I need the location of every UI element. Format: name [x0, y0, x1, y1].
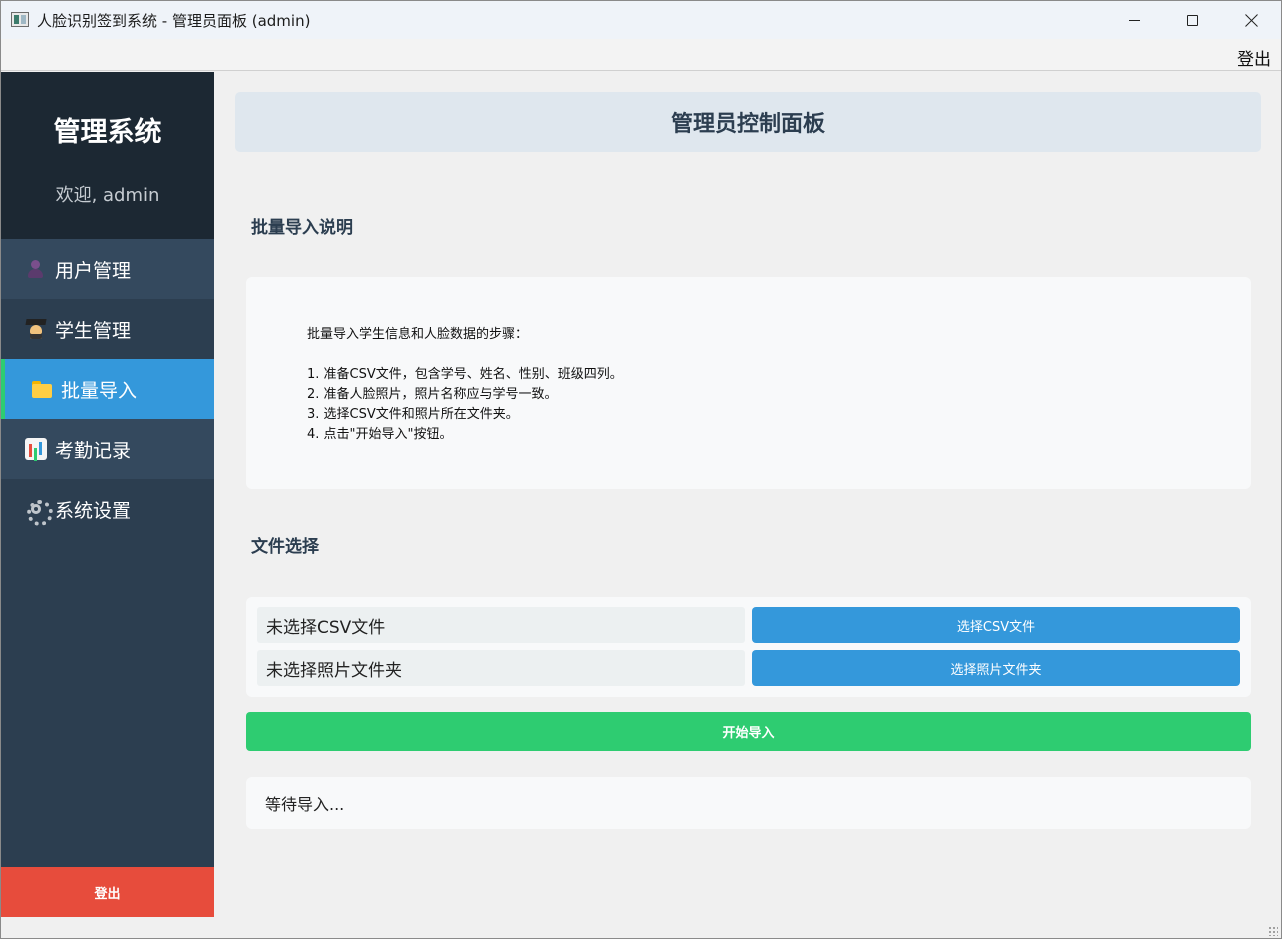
instruction-line — [307, 345, 1251, 365]
status-bar — [1, 917, 1281, 938]
app-window: 人脸识别签到系统 - 管理员面板 (admin) 登出 管理系统 欢迎, adm… — [0, 0, 1282, 939]
page-title: 管理员控制面板 — [670, 112, 825, 137]
instruction-line: 2. 准备人脸照片，照片名称应与学号一致。 — [307, 387, 558, 402]
photo-folder-status: 未选择照片文件夹 — [257, 650, 745, 686]
sidebar-item-attendance-records[interactable]: 考勤记录 — [1, 419, 214, 479]
minimize-icon — [1128, 19, 1140, 21]
select-photo-folder-button[interactable]: 选择照片文件夹 — [752, 650, 1240, 686]
sidebar-item-label: 系统设置 — [55, 499, 132, 522]
sidebar-item-batch-import[interactable]: 批量导入 — [1, 359, 214, 419]
sidebar-item-student-management[interactable]: 学生管理 — [1, 299, 214, 359]
instruction-line: 批量导入学生信息和人脸数据的步骤： — [307, 327, 529, 342]
resize-grip-icon[interactable] — [1268, 926, 1278, 936]
file-selection-card: 未选择CSV文件 选择CSV文件 未选择照片文件夹 选择照片文件夹 — [246, 597, 1251, 697]
header-card: 管理员控制面板 — [235, 92, 1261, 152]
menu-logout[interactable]: 登出 — [1237, 45, 1271, 70]
welcome-text: 欢迎, admin — [55, 185, 160, 206]
instruction-line: 3. 选择CSV文件和照片所在文件夹。 — [307, 407, 519, 422]
sidebar-item-system-settings[interactable]: 系统设置 — [1, 479, 214, 539]
sidebar-item-user-management[interactable]: 用户管理 — [1, 239, 214, 299]
sidebar-title: 管理系统 — [53, 117, 162, 148]
title-bar[interactable]: 人脸识别签到系统 - 管理员面板 (admin) — [1, 1, 1281, 39]
gear-icon — [25, 498, 53, 526]
sidebar-header: 管理系统 欢迎, admin — [1, 72, 214, 239]
close-button[interactable] — [1222, 1, 1280, 39]
sidebar-item-label: 批量导入 — [61, 379, 138, 402]
student-icon — [25, 318, 47, 340]
csv-file-status: 未选择CSV文件 — [257, 607, 745, 643]
chart-icon — [25, 438, 47, 460]
file-selection-heading: 文件选择 — [251, 537, 319, 557]
sidebar-item-label: 考勤记录 — [55, 439, 132, 462]
logout-button[interactable]: 登出 — [1, 867, 214, 917]
maximize-button[interactable] — [1163, 1, 1221, 39]
sidebar-item-label: 学生管理 — [55, 319, 132, 342]
app-icon — [11, 12, 29, 27]
instruction-line: 1. 准备CSV文件，包含学号、姓名、性别、班级四列。 — [307, 367, 623, 382]
maximize-icon — [1186, 14, 1198, 26]
import-status: 等待导入... — [246, 777, 1251, 829]
sidebar: 管理系统 欢迎, admin 用户管理 学生管理 批量导入 考勤记录 系统设置 … — [1, 72, 214, 917]
menu-bar: 登出 — [1, 39, 1281, 71]
folder-icon — [31, 378, 53, 400]
window-title: 人脸识别签到系统 - 管理员面板 (admin) — [37, 12, 311, 30]
user-icon — [25, 258, 47, 280]
main-panel: 管理员控制面板 批量导入说明 批量导入学生信息和人脸数据的步骤： 1. 准备CS… — [214, 72, 1281, 917]
select-csv-button[interactable]: 选择CSV文件 — [752, 607, 1240, 643]
close-icon — [1245, 14, 1258, 27]
sidebar-item-label: 用户管理 — [55, 259, 132, 282]
instructions-heading: 批量导入说明 — [251, 218, 353, 238]
instructions-card: 批量导入学生信息和人脸数据的步骤： 1. 准备CSV文件，包含学号、姓名、性别、… — [246, 277, 1251, 489]
start-import-button[interactable]: 开始导入 — [246, 712, 1251, 751]
minimize-button[interactable] — [1105, 1, 1163, 39]
instruction-line: 4. 点击"开始导入"按钮。 — [307, 427, 453, 442]
